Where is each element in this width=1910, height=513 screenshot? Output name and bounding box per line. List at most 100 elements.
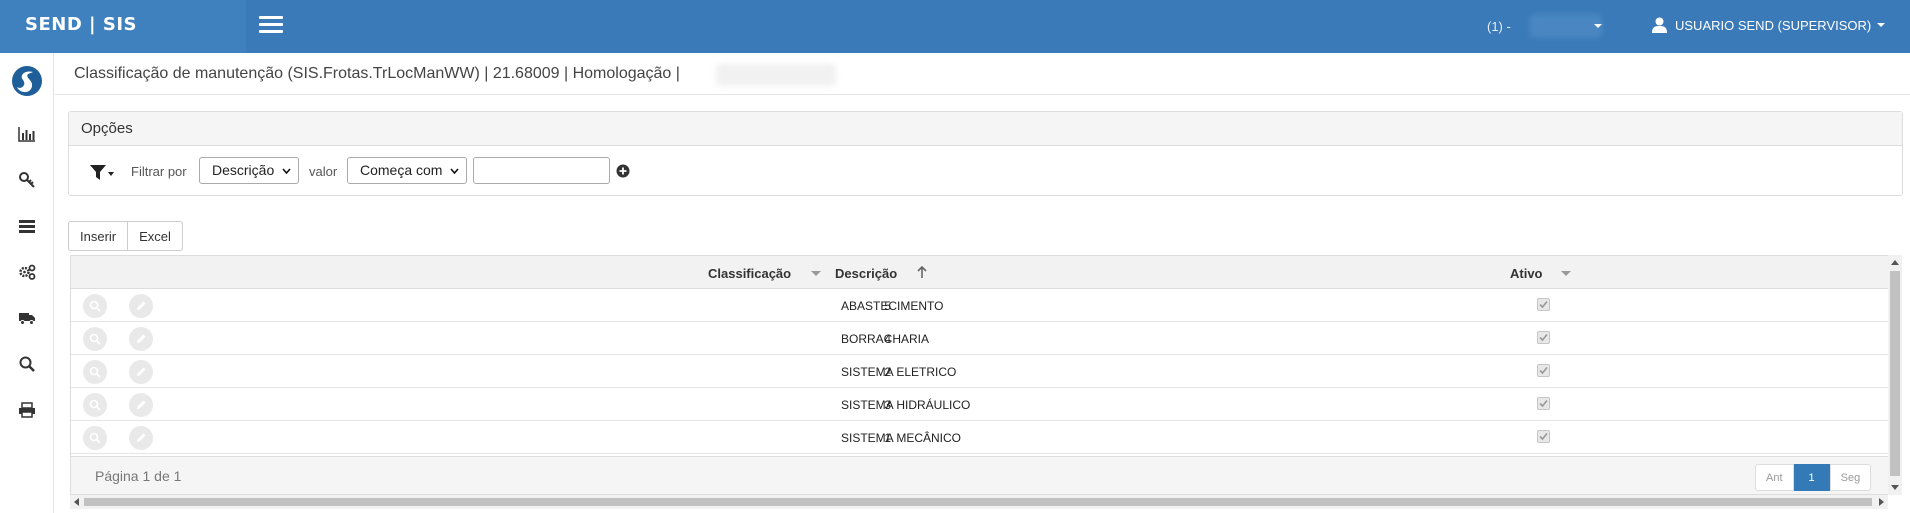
value-label: valor	[309, 164, 338, 179]
grid-header: Classificação Descrição Ativo	[71, 256, 1889, 289]
view-button[interactable]	[83, 426, 107, 450]
magnifier-icon	[89, 399, 101, 411]
current-page-button[interactable]: 1	[1793, 464, 1830, 491]
brand-area: SEND | SIS	[0, 0, 246, 53]
page-title: Classificação de manutenção (SIS.Frotas.…	[74, 65, 680, 82]
excel-button[interactable]: Excel	[128, 221, 183, 251]
edit-button[interactable]	[129, 360, 153, 384]
checkmark-icon	[1539, 366, 1548, 375]
sort-caret-icon[interactable]	[811, 271, 821, 276]
cell-descricao: ABASTECIMENTO	[841, 299, 944, 313]
filter-icon[interactable]	[89, 164, 115, 182]
ativo-checkbox	[1537, 364, 1550, 377]
magnifier-icon	[89, 333, 101, 345]
top-navbar: SEND | SIS (1) - USUARIO SEND (SUPERVISO…	[0, 0, 1910, 53]
cell-descricao: SISTEMA HIDRÁULICO	[841, 398, 971, 412]
pencil-icon	[137, 433, 146, 442]
pencil-icon	[137, 367, 146, 376]
options-panel-title: Opções	[69, 112, 1902, 146]
table-row[interactable]: 3 SISTEMA HIDRÁULICO	[71, 388, 1889, 421]
view-button[interactable]	[83, 360, 107, 384]
ativo-checkbox	[1537, 298, 1550, 311]
print-icon[interactable]	[18, 401, 36, 419]
company-dropdown-caret-icon[interactable]	[1594, 24, 1602, 28]
scroll-left-icon[interactable]	[74, 498, 79, 506]
sort-ascending-icon[interactable]	[917, 266, 927, 279]
view-button[interactable]	[83, 294, 107, 318]
filter-field-value: Descrição	[212, 162, 275, 178]
column-header-classificacao[interactable]: Classificação	[708, 266, 791, 281]
logo-icon[interactable]	[11, 65, 43, 97]
sidebar	[0, 53, 54, 513]
cell-descricao: BORRACHARIA	[841, 332, 930, 346]
magnifier-icon	[89, 300, 101, 312]
view-button[interactable]	[83, 327, 107, 351]
checkmark-icon	[1539, 399, 1548, 408]
menu-toggle-icon[interactable]	[259, 16, 283, 34]
edit-button[interactable]	[129, 327, 153, 351]
checkmark-icon	[1539, 300, 1548, 309]
checkmark-icon	[1539, 432, 1548, 441]
add-filter-icon[interactable]	[616, 164, 630, 178]
operator-value: Começa com	[360, 162, 443, 178]
next-page-button[interactable]: Seg	[1829, 464, 1872, 491]
prev-page-button[interactable]: Ant	[1755, 464, 1794, 491]
filter-value-input[interactable]	[473, 157, 610, 184]
edit-button[interactable]	[129, 294, 153, 318]
scrollbar-thumb[interactable]	[1890, 271, 1900, 476]
vertical-scrollbar[interactable]	[1888, 255, 1902, 495]
company-selector-label[interactable]: (1) -	[1487, 19, 1511, 34]
operator-select[interactable]: Começa com	[347, 157, 467, 184]
chevron-down-icon	[282, 168, 291, 174]
magnifier-icon	[89, 366, 101, 378]
user-name: USUARIO SEND (SUPERVISOR)	[1675, 17, 1872, 33]
ativo-checkbox	[1537, 397, 1550, 410]
options-panel: Opções Filtrar por Descrição valor Começ…	[68, 111, 1903, 196]
table-row[interactable]: 5 ABASTECIMENTO	[71, 289, 1889, 322]
column-header-descricao[interactable]: Descrição	[835, 266, 897, 281]
toolbar: Inserir Excel	[68, 221, 183, 251]
pagination: Ant 1 Seg	[1755, 464, 1872, 491]
key-icon[interactable]	[18, 171, 36, 189]
filter-by-label: Filtrar por	[131, 164, 187, 179]
pencil-icon	[137, 400, 146, 409]
user-dropdown-caret-icon	[1877, 23, 1886, 27]
company-name-redacted	[1530, 14, 1602, 38]
ativo-checkbox	[1537, 331, 1550, 344]
truck-icon[interactable]	[18, 309, 36, 327]
brand-logo-text[interactable]: SEND | SIS	[25, 14, 137, 35]
table-row[interactable]: 2 SISTEMA ELETRICO	[71, 355, 1889, 388]
bar-chart-icon[interactable]	[18, 125, 36, 143]
cell-descricao: SISTEMA ELETRICO	[841, 365, 957, 379]
pencil-icon	[137, 334, 146, 343]
scroll-right-icon[interactable]	[1879, 498, 1884, 506]
ativo-checkbox	[1537, 430, 1550, 443]
cell-descricao: SISTEMA MECÂNICO	[841, 431, 962, 445]
grid-footer: Página 1 de 1 Ant 1 Seg	[71, 456, 1889, 494]
filter-field-select[interactable]: Descrição	[199, 157, 299, 184]
scroll-down-icon[interactable]	[1891, 485, 1899, 490]
edit-button[interactable]	[129, 393, 153, 417]
gears-icon[interactable]	[18, 263, 36, 281]
view-button[interactable]	[83, 393, 107, 417]
horizontal-scrollbar[interactable]	[70, 495, 1888, 509]
chevron-down-icon	[450, 168, 459, 174]
sort-caret-icon[interactable]	[1561, 271, 1571, 276]
column-header-ativo[interactable]: Ativo	[1510, 266, 1543, 281]
scrollbar-thumb[interactable]	[84, 498, 1872, 506]
divider	[55, 94, 1910, 95]
edit-button[interactable]	[129, 426, 153, 450]
user-icon	[1652, 17, 1667, 33]
scroll-up-icon[interactable]	[1891, 260, 1899, 265]
server-icon[interactable]	[18, 217, 36, 235]
checkmark-icon	[1539, 333, 1548, 342]
magnifier-icon	[89, 432, 101, 444]
user-menu[interactable]: USUARIO SEND (SUPERVISOR)	[1652, 17, 1886, 33]
page-info: Página 1 de 1	[95, 468, 182, 484]
data-grid: Classificação Descrição Ativo 5 ABASTECIM…	[70, 255, 1890, 495]
search-icon[interactable]	[18, 355, 36, 373]
table-row[interactable]: 1 SISTEMA MECÂNICO	[71, 421, 1889, 454]
insert-button[interactable]: Inserir	[68, 221, 129, 251]
pencil-icon	[137, 301, 146, 310]
table-row[interactable]: 4 BORRACHARIA	[71, 322, 1889, 355]
